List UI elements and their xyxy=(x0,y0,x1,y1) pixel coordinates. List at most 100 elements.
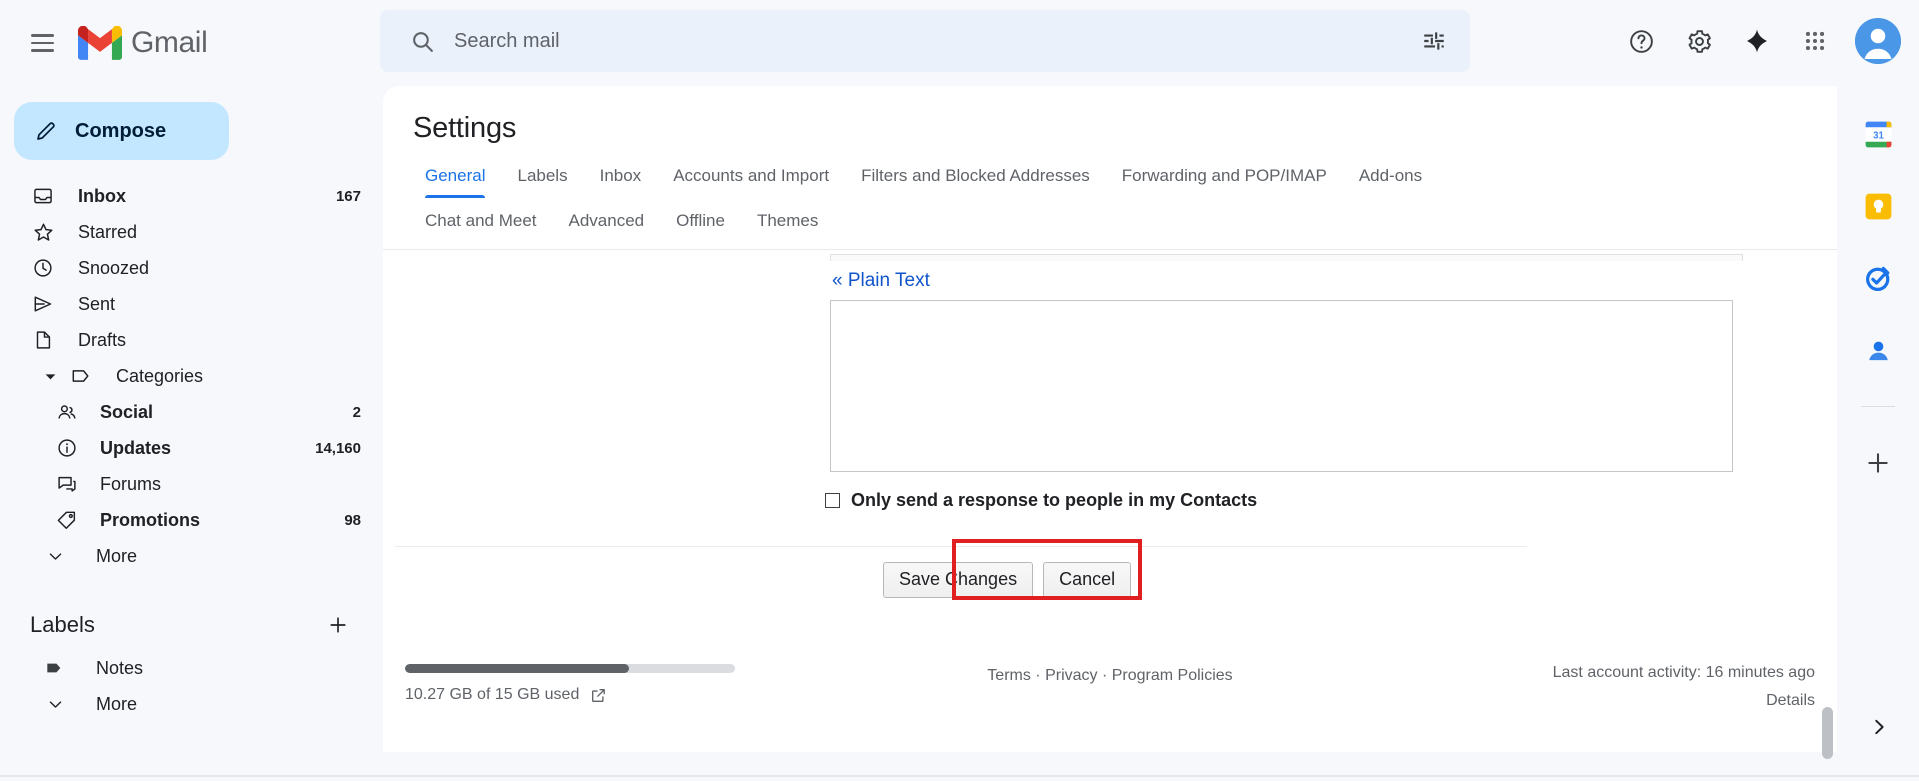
sidebar-label-notes[interactable]: Notes xyxy=(0,650,383,686)
rail-divider xyxy=(1861,406,1895,407)
program-policies-link[interactable]: Program Policies xyxy=(1112,667,1233,684)
external-link-icon[interactable] xyxy=(590,687,607,704)
sidebar-item-label: Promotions xyxy=(100,509,201,530)
gear-icon[interactable] xyxy=(1675,17,1723,65)
search-icon[interactable] xyxy=(400,19,444,63)
search-input[interactable] xyxy=(444,29,1412,53)
sidebar-item-count: 98 xyxy=(344,511,361,529)
storage-usage-text: 10.27 GB of 15 GB used xyxy=(405,686,580,703)
plain-text-link[interactable]: « Plain Text xyxy=(832,270,930,292)
sidebar-labels-more[interactable]: More xyxy=(0,686,383,722)
add-side-panel-plus-icon[interactable] xyxy=(1856,441,1900,485)
sidebar-labels-list: Notes More xyxy=(0,650,383,722)
tab-filters-and-blocked-addresses[interactable]: Filters and Blocked Addresses xyxy=(849,163,1102,198)
info-circle-icon xyxy=(54,437,80,459)
sidebar-item-snoozed[interactable]: Snoozed xyxy=(0,250,383,286)
sidebar-item-more-categories[interactable]: More xyxy=(0,538,383,574)
vertical-scrollbar-thumb[interactable] xyxy=(1822,707,1833,759)
cancel-button[interactable]: Cancel xyxy=(1043,562,1132,598)
sidebar-item-label: More xyxy=(96,545,138,566)
pencil-icon xyxy=(37,122,55,140)
tab-advanced[interactable]: Advanced xyxy=(557,208,657,243)
apps-grid-icon[interactable] xyxy=(1791,17,1839,65)
price-tag-icon xyxy=(54,509,80,531)
settings-content: « Plain Text Only send a response to peo… xyxy=(383,250,1837,652)
sidebar-item-label: Sent xyxy=(78,293,116,314)
google-tasks-icon[interactable] xyxy=(1856,256,1900,300)
contacts-only-checkbox[interactable] xyxy=(825,493,840,508)
storage-usage-row: 10.27 GB of 15 GB used xyxy=(405,686,765,704)
calendar-day-badge: 31 xyxy=(1873,130,1884,141)
sidebar-item-sent[interactable]: Sent xyxy=(0,286,383,322)
vacation-responder-message-input[interactable] xyxy=(830,300,1733,472)
save-changes-button[interactable]: Save Changes xyxy=(883,562,1034,598)
tab-inbox[interactable]: Inbox xyxy=(588,163,654,198)
add-label-plus-icon[interactable] xyxy=(321,608,355,642)
sidebar-item-starred[interactable]: Starred xyxy=(0,214,383,250)
settings-tabs-row-1: General Labels Inbox Accounts and Import… xyxy=(383,163,1837,198)
gmail-logo-icon xyxy=(78,26,122,60)
tab-general[interactable]: General xyxy=(413,163,497,198)
formatting-toolbar-cutoff xyxy=(830,254,1743,261)
avatar[interactable] xyxy=(1855,18,1901,64)
clock-icon xyxy=(30,257,56,279)
tab-labels[interactable]: Labels xyxy=(505,163,579,198)
side-panel-rail: 31 xyxy=(1837,86,1919,781)
sidebar-item-label: Drafts xyxy=(78,329,127,350)
inbox-icon xyxy=(30,185,56,207)
tab-accounts-and-import[interactable]: Accounts and Import xyxy=(661,163,841,198)
sidebar-label-text: More xyxy=(96,693,138,714)
sidebar-item-count: 14,160 xyxy=(315,439,361,457)
settings-tabs: General Labels Inbox Accounts and Import… xyxy=(383,163,1837,250)
search-container xyxy=(380,10,1470,72)
tab-offline[interactable]: Offline xyxy=(664,208,737,243)
sidebar-label-text: Notes xyxy=(96,657,144,678)
sidebar-item-promotions[interactable]: Promotions 98 xyxy=(0,502,383,538)
page-title: Settings xyxy=(413,112,517,144)
bottom-border-line xyxy=(0,775,1919,777)
sparkle-icon[interactable] xyxy=(1733,17,1781,65)
compose-label: Compose xyxy=(75,119,167,142)
sidebar-item-label: Snoozed xyxy=(78,257,150,278)
sidebar: Compose Inbox 167 Starred Snoozed Sent D… xyxy=(0,86,383,781)
search-bar[interactable] xyxy=(380,10,1470,72)
hamburger-icon[interactable] xyxy=(18,19,66,67)
sidebar-item-count: 167 xyxy=(335,187,361,205)
send-icon xyxy=(30,293,56,315)
chevron-down-icon xyxy=(42,695,68,714)
caret-down-icon[interactable] xyxy=(42,370,58,383)
star-icon xyxy=(30,221,56,244)
privacy-link[interactable]: Privacy xyxy=(1045,667,1097,684)
filled-tag-icon xyxy=(42,657,68,679)
tab-themes[interactable]: Themes xyxy=(745,208,830,243)
search-filter-options-icon[interactable] xyxy=(1412,19,1456,63)
sidebar-item-forums[interactable]: Forums xyxy=(0,466,383,502)
help-icon[interactable] xyxy=(1617,17,1665,65)
legal-sep-2: · xyxy=(1097,667,1112,684)
chevron-right-icon[interactable] xyxy=(1861,709,1897,745)
google-calendar-icon[interactable]: 31 xyxy=(1856,112,1900,156)
google-keep-icon[interactable] xyxy=(1856,184,1900,228)
settings-tabs-row-2: Chat and Meet Advanced Offline Themes xyxy=(383,208,1837,249)
legal-sep-1: · xyxy=(1030,667,1046,684)
sidebar-item-social[interactable]: Social 2 xyxy=(0,394,383,430)
compose-button[interactable]: Compose xyxy=(14,102,229,160)
tab-add-ons[interactable]: Add-ons xyxy=(1347,163,1434,198)
terms-link[interactable]: Terms xyxy=(987,667,1031,684)
sidebar-item-categories[interactable]: Categories xyxy=(0,358,383,394)
people-icon xyxy=(54,401,80,423)
sidebar-item-inbox[interactable]: Inbox 167 xyxy=(0,178,383,214)
sidebar-item-updates[interactable]: Updates 14,160 xyxy=(0,430,383,466)
last-account-activity-text: Last account activity: 16 minutes ago xyxy=(1552,664,1815,681)
account-activity-details-link[interactable]: Details xyxy=(1553,692,1815,710)
sidebar-item-drafts[interactable]: Drafts xyxy=(0,322,383,358)
sidebar-item-label: Updates xyxy=(100,437,172,458)
gmail-brand[interactable]: Gmail xyxy=(78,26,208,60)
sidebar-item-label: Starred xyxy=(78,221,138,242)
contacts-only-checkbox-row[interactable]: Only send a response to people in my Con… xyxy=(825,490,1257,511)
google-contacts-icon[interactable] xyxy=(1856,328,1900,372)
tab-chat-and-meet[interactable]: Chat and Meet xyxy=(413,208,549,243)
sidebar-item-label: Social xyxy=(100,401,154,422)
contacts-only-label: Only send a response to people in my Con… xyxy=(851,490,1258,510)
tab-forwarding-and-pop-imap[interactable]: Forwarding and POP/IMAP xyxy=(1110,163,1339,198)
